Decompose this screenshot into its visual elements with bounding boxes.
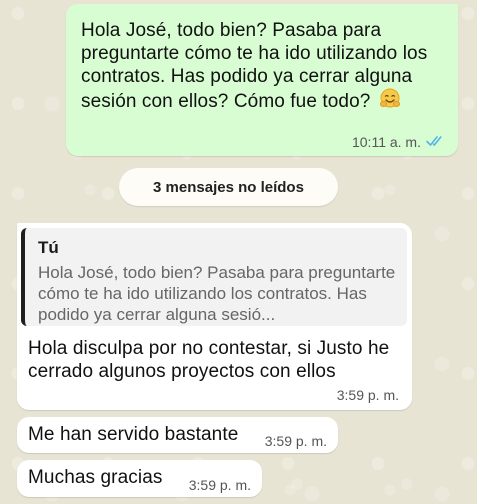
unread-messages-banner: 3 mensajes no leídos	[119, 168, 338, 206]
incoming-message-text: Me han servido bastante	[28, 424, 239, 445]
outgoing-message-text-wrap: Hola José, todo bien? Pasaba para pregun…	[81, 19, 453, 116]
incoming-message-time: 3:59 p. m.	[264, 433, 327, 449]
incoming-message-bubble[interactable]: Me han servido bastante 3:59 p. m.	[17, 417, 338, 453]
reply-message-time: 3:59 p. m.	[336, 387, 399, 403]
quoted-text: Hola José, todo bien? Pasaba para pregun…	[38, 263, 396, 324]
outgoing-message-meta: 10:11 a. m.	[352, 134, 446, 150]
reply-message-text: Hola disculpa por no contestar, si Justo…	[28, 338, 390, 382]
incoming-message-text: Muchas gracias	[28, 467, 163, 488]
incoming-message-bubble[interactable]: Muchas gracias 3:59 p. m.	[17, 460, 262, 497]
incoming-message-time: 3:59 p. m.	[188, 477, 251, 493]
outgoing-message-text: Hola José, todo bien? Pasaba para pregun…	[81, 20, 428, 112]
incoming-reply-bubble[interactable]: Tú Hola José, todo bien? Pasaba para pre…	[17, 223, 412, 410]
double-check-read-icon	[426, 134, 446, 150]
smiling-face-with-open-hands-icon	[379, 88, 401, 116]
outgoing-message-bubble[interactable]: Hola José, todo bien? Pasaba para pregun…	[66, 4, 458, 156]
outgoing-message-time: 10:11 a. m.	[351, 134, 421, 150]
quoted-author: Tú	[38, 238, 59, 257]
quoted-message[interactable]: Tú Hola José, todo bien? Pasaba para pre…	[21, 228, 407, 326]
